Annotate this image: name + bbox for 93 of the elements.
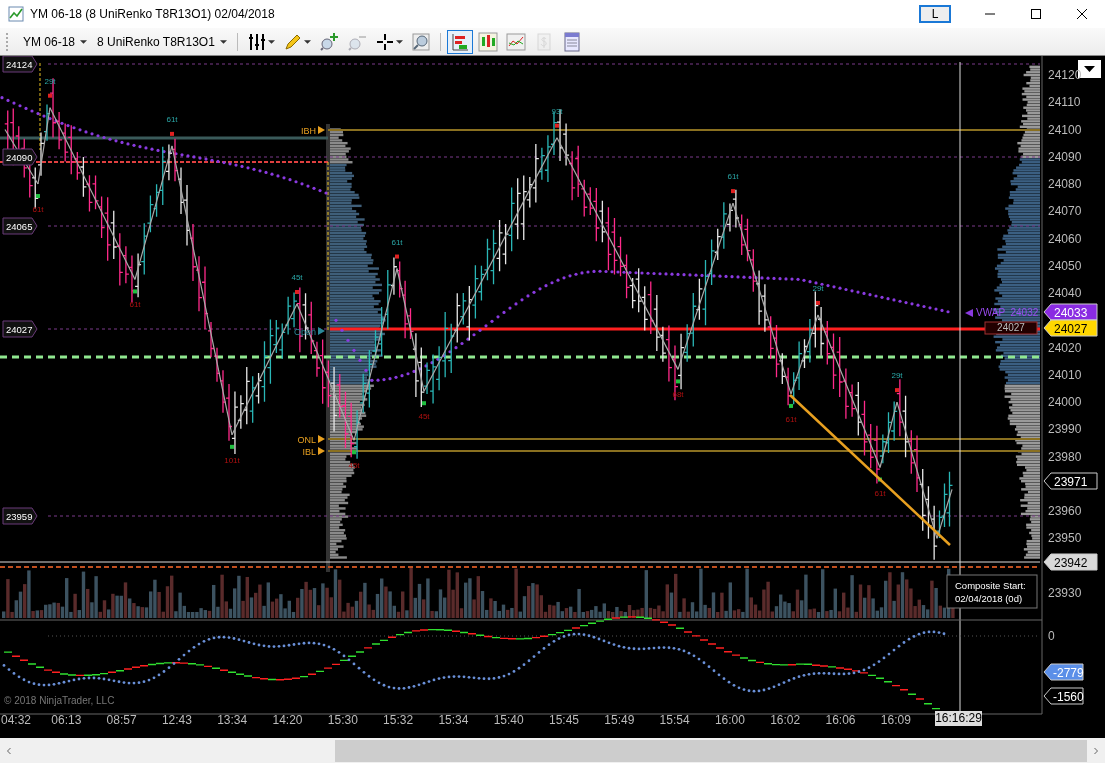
axis-label: 24080 [1048, 177, 1082, 192]
axis-label: 24040 [1048, 286, 1082, 301]
price-tag: 23971 [1043, 472, 1098, 490]
axis-label: 12:43 [161, 713, 192, 727]
triangle-icon [965, 309, 973, 317]
candlestick-icon [477, 31, 498, 52]
crosshair-icon [374, 31, 395, 52]
value-tag: -2779 [1043, 663, 1084, 681]
swing-label: 61t [874, 488, 886, 498]
axis-label: 08:57 [106, 713, 137, 727]
price-tag: 24090 [2, 148, 38, 166]
axis-label: 23950 [1048, 531, 1082, 546]
axis-label: 16:00 [714, 713, 745, 727]
axis-label: 15:32 [383, 713, 414, 727]
chevron-right-icon [1093, 745, 1099, 756]
vwap-label: VWAP 24032 [976, 307, 1039, 318]
axis-label: 15:54 [659, 713, 690, 727]
swing-label: 61t [32, 205, 44, 215]
axis-label: 24110 [1048, 95, 1081, 110]
magnifier-plus-icon [318, 31, 339, 52]
axis-label: 15:49 [604, 713, 635, 727]
swing-label: 61t [391, 237, 403, 247]
axis-label: 16:09 [880, 713, 911, 727]
level-label: ONL [297, 435, 316, 445]
swing-label: 29t [812, 283, 824, 293]
axis-label: 15:45 [549, 713, 579, 727]
value-tag: -1560 [1043, 687, 1084, 705]
swing-label: 61t [166, 114, 178, 124]
axis-label: 24090 [1048, 149, 1082, 164]
price-tag: 24033 [1043, 303, 1098, 321]
axis-label: 24010 [1048, 367, 1082, 382]
triangle-icon [318, 126, 325, 134]
swing-label: 61t [785, 414, 797, 424]
price-tag: 24027 [1043, 319, 1098, 337]
instrument-dropdown[interactable]: YM 06-18 [19, 34, 92, 49]
close-icon [1076, 8, 1088, 20]
time-tag: 16:16:29 [935, 711, 982, 726]
scrollbar-thumb[interactable] [335, 739, 1087, 762]
price-tag: 23942 [1043, 553, 1098, 571]
axis-label: 16:06 [825, 713, 856, 727]
triangle-icon [318, 327, 325, 335]
axis-label: 23930 [1048, 585, 1082, 600]
level-label: IBL [302, 447, 316, 457]
window-icon [561, 31, 582, 52]
sliders-icon [246, 31, 267, 52]
caret-icon [80, 39, 88, 44]
axis-label: 24120 [1048, 68, 1082, 82]
chevron-left-icon [6, 745, 12, 756]
axis-label: 24000 [1048, 395, 1082, 410]
axis-label: 15:30 [327, 713, 358, 727]
axis-label: 16:02 [770, 713, 801, 727]
line-chart-icon [505, 31, 526, 52]
swing-label: 45t [291, 273, 303, 282]
axis-label: 23990 [1048, 422, 1082, 437]
swing-label: 45t [418, 412, 430, 422]
caret-icon [219, 39, 227, 44]
price-tag: 24027 [984, 321, 1038, 335]
caret-icon [267, 39, 275, 44]
price-tag: 24065 [2, 217, 38, 235]
axis-label: 13:34 [217, 713, 248, 727]
axis-label: 24060 [1048, 231, 1082, 246]
maximize-icon [1030, 8, 1042, 20]
axis-label: 06:13 [51, 713, 82, 727]
swing-label: 61t [727, 172, 739, 182]
bar-type-dropdown[interactable]: 8 UniRenko T8R13O1 [93, 34, 231, 49]
bar-chart-icon [449, 31, 470, 52]
axis-label: 04:32 [1, 713, 31, 727]
price-tag: 24124 [2, 56, 38, 73]
swing-label: 101t [224, 455, 240, 465]
link-button[interactable]: L [919, 5, 951, 23]
swing-label: 29t [891, 371, 903, 381]
axis-label: 23960 [1048, 504, 1082, 519]
axis-label: 14:20 [272, 713, 303, 727]
copyright-text: © 2018 NinjaTrader, LLC [4, 695, 115, 706]
axis-label: 24070 [1048, 204, 1082, 219]
swing-label: 61t [129, 300, 141, 310]
swing-label: 45t [348, 461, 360, 471]
price-tag: 23959 [2, 507, 38, 525]
caret-icon [395, 39, 403, 44]
app-icon [8, 6, 24, 22]
axis-label: 24100 [1048, 122, 1082, 137]
zoom-icon [410, 31, 431, 52]
axis-label: 23980 [1048, 449, 1082, 464]
axis-label: 24050 [1048, 258, 1082, 273]
caret-icon [303, 39, 311, 44]
axis-label: 15:34 [438, 713, 469, 727]
axis-label: 24020 [1048, 340, 1082, 355]
axis-label: 15:40 [493, 713, 524, 727]
window-title: YM 06-18 (8 UniRenko T8R13O1) 02/04/2018 [30, 7, 276, 21]
composite-box: Composite Start: 02/04/2018 (0d) [946, 574, 1038, 609]
level-label: IBH [301, 126, 316, 136]
price-tag: 24027 [2, 320, 38, 338]
axis-label: 0 [1048, 629, 1055, 643]
